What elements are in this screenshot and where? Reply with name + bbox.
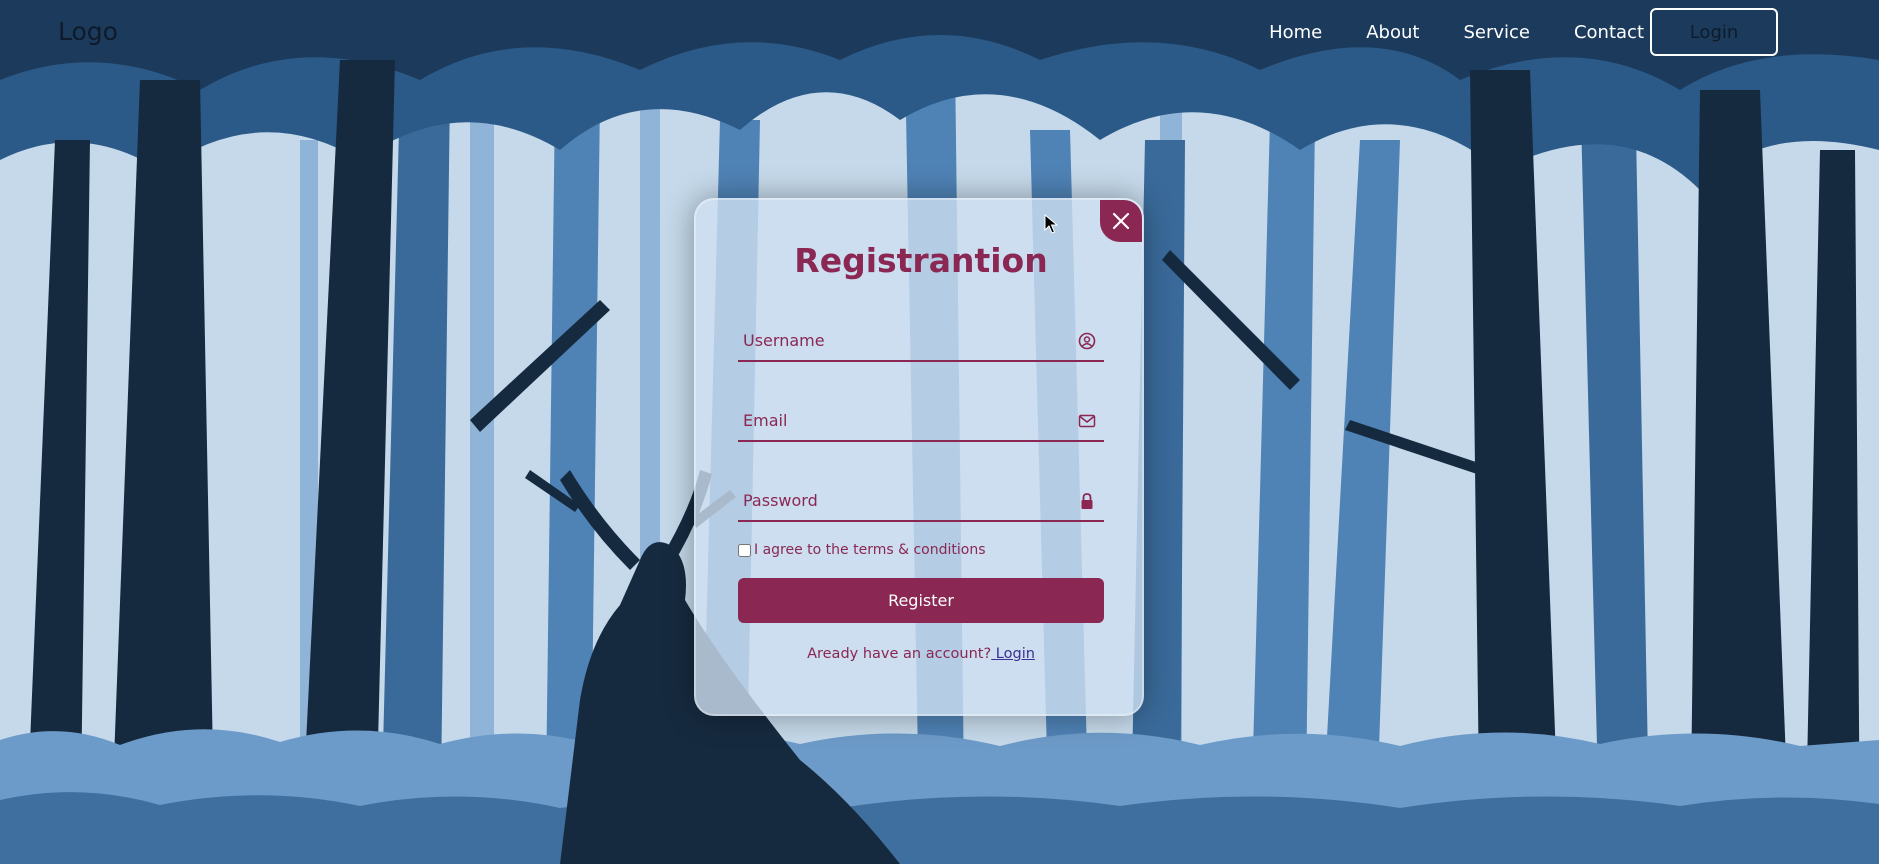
password-field-wrap [738,480,1104,522]
mail-icon [1078,414,1096,428]
register-button[interactable]: Register [738,578,1104,623]
login-button[interactable]: Login [1650,8,1778,56]
main-nav: Home About Service Contact Login [1269,8,1778,56]
account-prompt: Aready have an account? [807,646,992,662]
nav-service[interactable]: Service [1463,22,1530,43]
login-link[interactable]: Login [991,646,1035,662]
site-header: Logo Home About Service Contact Login [0,0,1879,66]
terms-label: I agree to the terms & conditions [754,542,986,558]
close-icon [1112,212,1130,230]
username-input[interactable] [738,320,1068,360]
terms-checkbox[interactable] [738,543,751,557]
email-input[interactable] [738,400,1068,440]
lock-icon [1081,493,1093,509]
registration-modal: Registrantion I agree [694,198,1144,716]
mouse-cursor-icon [1044,214,1058,234]
nav-contact[interactable]: Contact [1574,22,1644,43]
logo[interactable]: Logo [58,17,118,46]
nav-home[interactable]: Home [1269,22,1322,43]
username-field-wrap [738,320,1104,362]
password-input[interactable] [738,480,1068,520]
login-switch: Aready have an account? Login [738,646,1104,662]
nav-about[interactable]: About [1366,22,1419,43]
form-title: Registrantion [794,241,1048,280]
close-button[interactable] [1100,200,1142,242]
email-field-wrap [738,400,1104,442]
user-circle-icon [1078,332,1096,350]
terms-row: I agree to the terms & conditions [738,542,986,558]
